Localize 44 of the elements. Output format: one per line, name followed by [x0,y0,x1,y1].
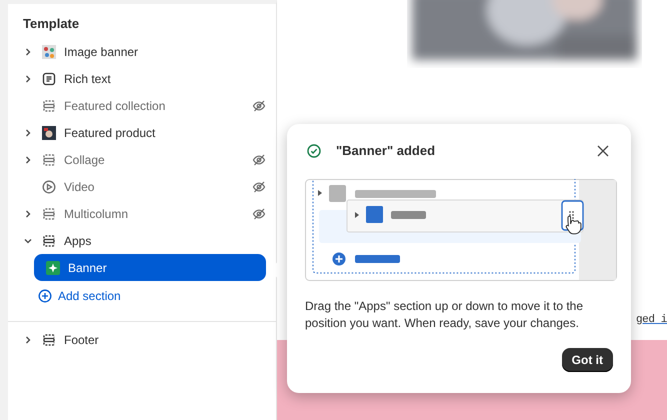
section-item[interactable]: Multicolumn [22,200,266,227]
eye-off-icon[interactable] [252,180,266,194]
selected-section-item[interactable]: Banner [34,254,266,281]
add-section-link[interactable]: Add section [38,287,121,305]
section-label: Image banner [64,44,140,60]
section-label: Banner [68,260,108,276]
popover-title: "Banner" added [336,142,436,160]
section-label: Footer [64,332,100,348]
section-item[interactable]: Image banner [22,38,266,65]
section-item[interactable]: Video [22,173,266,200]
product-thumbnail-icon [42,126,56,140]
section-layout-icon [42,206,56,220]
section-label: Apps [64,232,92,250]
section-layout-icon [42,98,56,112]
popover-message: Drag the "Apps" section up or down to move it to the position you want. When ready, save your changes. [305,298,584,332]
eye-off-icon[interactable] [252,206,266,220]
plus-circle-icon [38,289,52,303]
preview-link-text[interactable]: ged i [636,312,667,328]
section-label: Featured product [64,124,156,142]
image-thumbnail-icon [42,44,56,58]
section-layout-icon [42,234,56,248]
play-circle-icon [42,180,56,194]
section-item[interactable]: Rich text [22,65,266,92]
section-item[interactable]: Collage [22,146,266,173]
section-layout-icon [42,152,56,166]
section-label: Rich text [64,70,112,88]
template-heading: Template [23,15,80,34]
section-item[interactable]: Featured product [22,119,266,146]
section-label: Multicolumn [64,206,130,222]
section-item[interactable]: Apps [22,227,266,254]
eye-off-icon[interactable] [252,152,266,166]
eye-off-icon[interactable] [252,98,266,112]
check-circle-icon [307,144,321,158]
section-label: Featured collection [64,98,166,114]
text-block-icon [42,72,56,86]
close-button[interactable] [595,143,611,159]
app-sparkle-icon [46,260,60,274]
section-label: Collage [64,152,106,168]
section-item[interactable]: Featured collection [22,92,266,119]
section-label: Video [64,178,96,196]
got-it-button[interactable]: Got it [562,348,613,372]
section-item[interactable]: Footer [22,326,266,353]
close-icon [597,145,609,157]
section-layout-icon [42,332,56,346]
